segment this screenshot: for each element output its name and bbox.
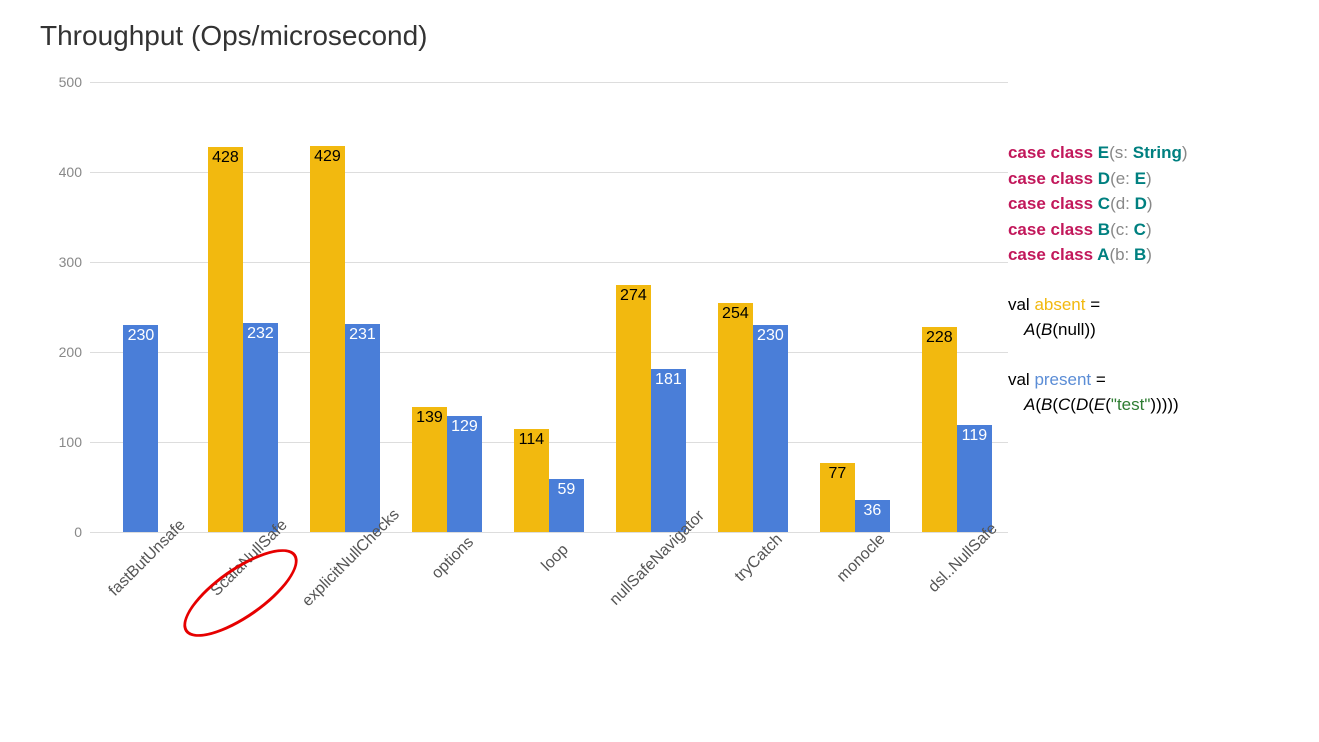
chart-title: Throughput (Ops/microsecond) bbox=[40, 20, 1008, 52]
bar-absent: 228 bbox=[922, 327, 957, 532]
present-expr: A(B(C(D(E("test"))))) bbox=[1008, 392, 1279, 418]
y-tick: 400 bbox=[59, 164, 82, 180]
bar-absent: 274 bbox=[616, 285, 651, 532]
y-tick: 0 bbox=[74, 524, 82, 540]
bar-value-label: 181 bbox=[655, 371, 682, 389]
case-class-line: case class D(e: E) bbox=[1008, 166, 1279, 192]
y-tick: 500 bbox=[59, 74, 82, 90]
bar-group: 77 36 bbox=[805, 463, 905, 532]
bar-value-label: 129 bbox=[451, 418, 478, 436]
bar-absent: 114 bbox=[514, 429, 549, 532]
bar-absent: 77 bbox=[820, 463, 855, 532]
x-label-slot: ScalaNullSafe bbox=[193, 532, 293, 652]
x-label-slot: monocle bbox=[805, 532, 905, 652]
bar-present: 230 bbox=[123, 325, 158, 532]
bar-value-label: 231 bbox=[349, 326, 376, 344]
bar-value-label: 428 bbox=[212, 149, 239, 167]
x-label-slot: loop bbox=[499, 532, 599, 652]
y-axis: 0100200300400500 bbox=[40, 82, 90, 532]
x-label-slot: dsl..NullSafe bbox=[907, 532, 1007, 652]
bar-value-label: 274 bbox=[620, 287, 647, 305]
bar-value-label: 429 bbox=[314, 148, 341, 166]
bar-group: 254 230 bbox=[703, 303, 803, 532]
bar-absent: 139 bbox=[412, 407, 447, 532]
case-class-line: case class C(d: D) bbox=[1008, 191, 1279, 217]
bar-value-label: 254 bbox=[722, 305, 749, 323]
bar-group: 274 181 bbox=[601, 285, 701, 532]
x-label-slot: options bbox=[397, 532, 497, 652]
bar-group: 230 bbox=[91, 325, 191, 532]
bar-value-label: 59 bbox=[558, 481, 576, 499]
bar-value-label: 230 bbox=[128, 327, 155, 345]
bar-value-label: 77 bbox=[828, 465, 846, 483]
bar-present: 181 bbox=[651, 369, 686, 532]
x-tick-label: options bbox=[429, 534, 478, 583]
bars-region: 230 428 232 429 231 139 129 114 59 274 181 254 230 77… bbox=[90, 82, 1008, 532]
bar-value-label: 114 bbox=[519, 431, 545, 449]
bar-group: 114 59 bbox=[499, 429, 599, 532]
y-tick: 300 bbox=[59, 254, 82, 270]
chart: Throughput (Ops/microsecond) 0 100 200 300 4… bbox=[40, 20, 1008, 652]
x-label-slot: fastButUnsafe bbox=[91, 532, 191, 652]
x-label-slot: tryCatch bbox=[703, 532, 803, 652]
bar-present: 129 bbox=[447, 416, 482, 532]
plot-area: 0100200300400500 23042823242923113912911… bbox=[90, 82, 1008, 532]
case-class-line: case class B(c: C) bbox=[1008, 217, 1279, 243]
y-tick: 200 bbox=[59, 344, 82, 360]
bar-group: 139 129 bbox=[397, 407, 497, 532]
bar-absent: 254 bbox=[718, 303, 753, 532]
bar-value-label: 139 bbox=[416, 409, 443, 427]
y-tick: 100 bbox=[59, 434, 82, 450]
x-axis-labels: fastButUnsafeScalaNullSafeexplicitNullCh… bbox=[90, 532, 1008, 652]
x-label-slot: nullSafeNavigator bbox=[601, 532, 701, 652]
case-class-defs: case class E(s: String)case class D(e: E… bbox=[1008, 140, 1279, 268]
bar-value-label: 119 bbox=[962, 427, 988, 445]
bar-present: 231 bbox=[345, 324, 380, 532]
x-tick-label: tryCatch bbox=[732, 531, 787, 586]
bar-value-label: 36 bbox=[863, 502, 881, 520]
bar-value-label: 228 bbox=[926, 329, 953, 347]
x-tick-label: dsl..NullSafe bbox=[925, 520, 1001, 596]
x-label-slot: explicitNullChecks bbox=[295, 532, 395, 652]
case-class-line: case class A(b: B) bbox=[1008, 242, 1279, 268]
highlight-ellipse bbox=[171, 534, 310, 652]
bar-group: 428 232 bbox=[193, 147, 293, 532]
x-tick-label: loop bbox=[538, 541, 572, 575]
bar-absent: 429 bbox=[310, 146, 345, 532]
absent-def: val absent = A(B(null)) bbox=[1008, 292, 1279, 343]
bar-group: 228 119 bbox=[907, 327, 1007, 532]
code-panel: case class E(s: String)case class D(e: E… bbox=[1008, 20, 1279, 652]
bar-value-label: 230 bbox=[757, 327, 784, 345]
x-tick-label: monocle bbox=[833, 531, 888, 586]
bar-group: 429 231 bbox=[295, 146, 395, 532]
bar-present: 119 bbox=[957, 425, 992, 532]
bar-value-label: 232 bbox=[247, 325, 274, 343]
bar-present: 36 bbox=[855, 500, 890, 532]
present-def: val present = A(B(C(D(E("test"))))) bbox=[1008, 367, 1279, 418]
bar-present: 230 bbox=[753, 325, 788, 532]
bar-present: 59 bbox=[549, 479, 584, 532]
case-class-line: case class E(s: String) bbox=[1008, 140, 1279, 166]
bar-absent: 428 bbox=[208, 147, 243, 532]
bar-present: 232 bbox=[243, 323, 278, 532]
